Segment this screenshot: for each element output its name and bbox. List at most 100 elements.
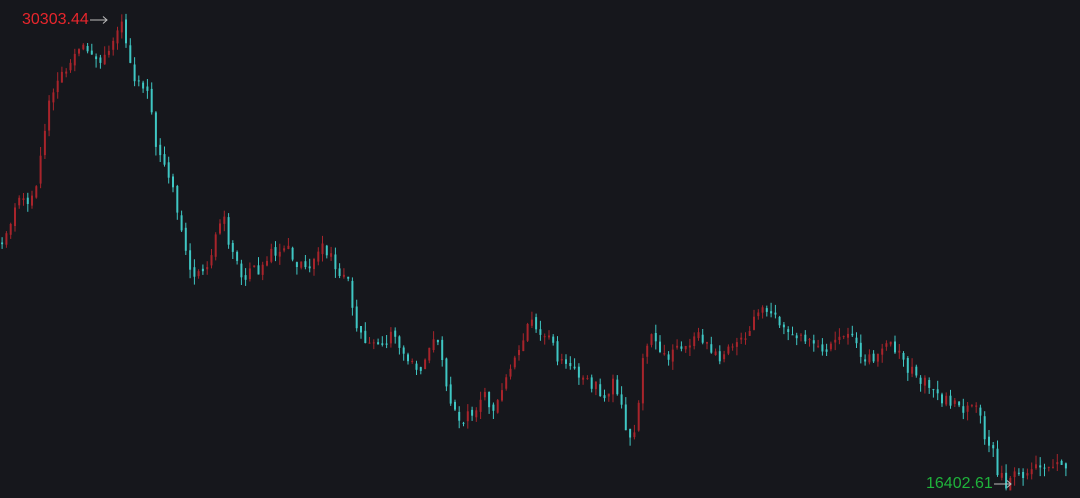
candle-up: [748, 331, 751, 336]
candle-up: [706, 342, 708, 344]
candle-down: [26, 197, 29, 204]
candle-down: [142, 82, 145, 89]
candle-down: [1022, 472, 1025, 478]
candle-down: [565, 359, 567, 364]
candle-up: [868, 354, 871, 363]
candle-down: [488, 392, 491, 408]
candle-down: [774, 312, 777, 315]
candle-down: [355, 306, 358, 329]
candle-down: [1064, 463, 1067, 469]
candle-up: [411, 361, 414, 362]
candle-up: [270, 248, 273, 262]
candle-up: [757, 312, 760, 317]
candle-up: [817, 345, 820, 347]
candle-down: [295, 262, 298, 267]
candle-up: [9, 224, 12, 235]
candle-down: [244, 275, 247, 280]
candle-down: [932, 389, 935, 391]
candle-down: [941, 394, 943, 404]
candle-up: [676, 345, 679, 348]
candle-down: [471, 409, 474, 416]
candle-up: [761, 307, 764, 313]
candle-up: [671, 349, 674, 362]
candle-up: [800, 334, 802, 336]
candle-down: [616, 379, 619, 395]
candle-down: [812, 340, 815, 344]
index-candlestick-chart[interactable]: 30303.44 16402.61: [0, 0, 1080, 497]
candle-up: [505, 377, 508, 389]
candle-up: [73, 53, 76, 66]
candle-down: [402, 347, 405, 354]
candle-up: [586, 378, 589, 380]
candle-down: [240, 263, 243, 278]
candle-up: [112, 40, 115, 50]
candle-up: [735, 342, 738, 347]
candle-up: [1026, 473, 1029, 476]
candle-up: [287, 245, 290, 249]
candle-up: [714, 351, 717, 355]
candle-down: [949, 395, 952, 406]
candle-down: [825, 349, 828, 352]
candle-down: [167, 162, 170, 178]
candle-down: [419, 367, 422, 371]
candle-up: [65, 71, 68, 74]
candle-down: [906, 358, 909, 373]
candle-down: [795, 335, 798, 339]
candle-down: [1039, 465, 1042, 468]
candle-down: [364, 330, 367, 343]
candles-layer[interactable]: [0, 0, 1080, 497]
candle-up: [740, 337, 743, 340]
candle-up: [253, 265, 256, 268]
min-value-label: 16402.61: [926, 475, 993, 492]
candle-down: [603, 395, 606, 399]
candle-up: [39, 155, 42, 184]
candle-up: [876, 353, 879, 362]
candle-down: [398, 336, 401, 348]
candle-up: [663, 353, 666, 355]
candle-down: [407, 354, 409, 362]
candle-up: [650, 334, 653, 345]
candle-down: [184, 227, 187, 251]
candle-down: [458, 411, 461, 421]
candle-up: [107, 50, 110, 55]
candle-up: [389, 331, 392, 344]
candle-down: [701, 334, 704, 343]
candle-up: [206, 267, 209, 270]
candle-down: [99, 57, 102, 63]
candle-up: [432, 339, 435, 350]
candle-up: [509, 368, 512, 377]
candle-down: [180, 215, 183, 231]
candle-down: [86, 46, 89, 52]
candle-down: [928, 380, 931, 388]
candle-down: [436, 340, 439, 343]
candle-down: [274, 247, 277, 256]
candle-up: [548, 335, 550, 338]
candle-up: [475, 410, 478, 418]
candle-down: [257, 265, 260, 275]
candle-up: [808, 339, 811, 341]
candle-down: [360, 326, 362, 333]
candle-up: [14, 207, 16, 226]
candle-down: [902, 353, 905, 360]
candle-down: [189, 250, 192, 270]
candle-up: [283, 248, 286, 251]
candle-down: [1017, 472, 1020, 474]
candle-up: [889, 341, 892, 345]
candle-down: [146, 86, 149, 91]
max-arrow-icon: [89, 11, 109, 29]
candle-down: [351, 280, 354, 308]
candle-up: [1013, 471, 1016, 478]
candle-down: [347, 276, 350, 279]
candle-up: [43, 130, 46, 156]
candle-down: [129, 45, 132, 63]
candle-down: [172, 176, 174, 188]
candle-down: [804, 334, 807, 342]
candle-up: [522, 340, 525, 352]
candle-down: [962, 406, 965, 413]
candle-up: [975, 405, 978, 407]
candle-up: [543, 336, 546, 338]
candle-up: [501, 390, 503, 401]
candle-up: [842, 336, 845, 338]
candle-up: [1030, 469, 1033, 475]
candle-up: [838, 336, 841, 340]
